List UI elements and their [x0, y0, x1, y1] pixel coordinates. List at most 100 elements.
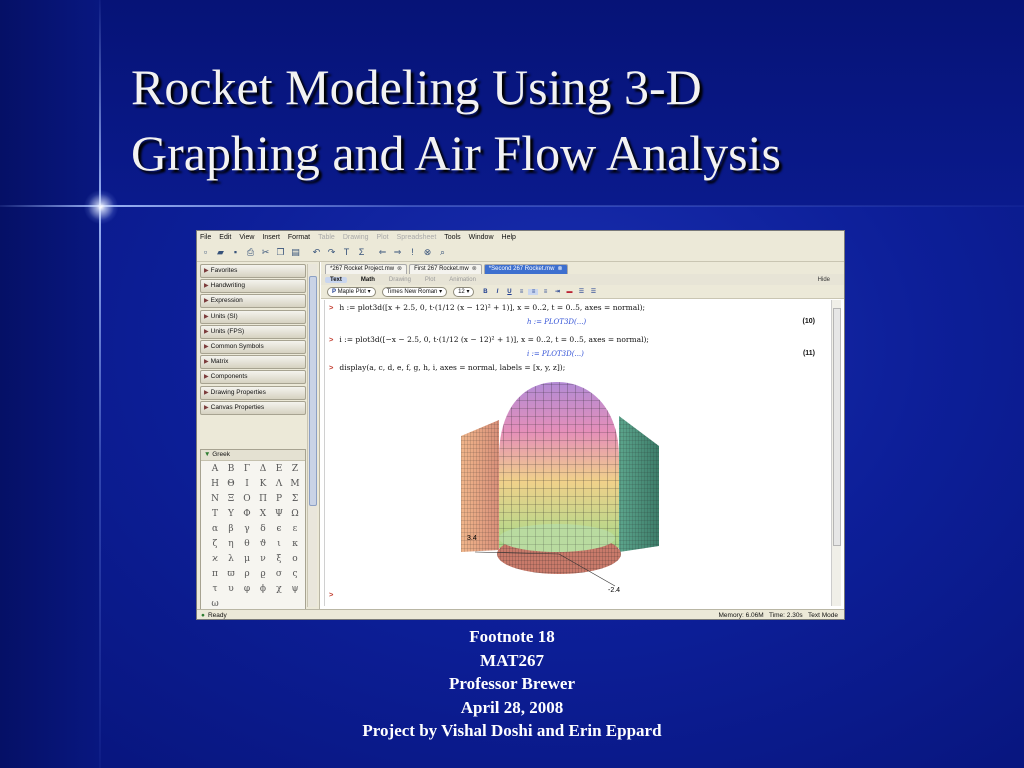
palette-components[interactable]: ▶ Components — [200, 370, 306, 385]
greek-letter[interactable]: ζ — [207, 539, 223, 551]
bold-button[interactable]: B — [480, 289, 490, 295]
greek-letter[interactable]: π — [207, 569, 223, 581]
greek-letter[interactable]: ε — [287, 524, 303, 536]
mode-animation[interactable]: Animation — [449, 277, 476, 283]
menu-window[interactable]: Window — [469, 234, 494, 241]
empty-input-line[interactable]: > — [329, 590, 339, 599]
bullet-list-icon[interactable]: ☰ — [576, 288, 586, 295]
menu-plot[interactable]: Plot — [377, 234, 389, 241]
document-tab[interactable]: First 267 Rocket.mw ⊗ — [409, 264, 482, 274]
menu-file[interactable]: File — [200, 234, 211, 241]
greek-letter[interactable]: Φ — [239, 509, 255, 521]
back-icon[interactable]: ⇐ — [377, 247, 388, 258]
greek-palette-header[interactable]: ▼ Greek — [201, 450, 305, 461]
greek-letter[interactable]: ψ — [287, 584, 303, 596]
greek-letter[interactable]: θ — [239, 539, 255, 551]
menu-table[interactable]: Table — [318, 234, 335, 241]
copy-icon[interactable]: ❐ — [275, 247, 286, 258]
greek-letter[interactable]: ϖ — [223, 569, 239, 581]
document-tab[interactable]: *267 Rocket Project.mw ⊗ — [325, 264, 408, 274]
greek-letter[interactable]: Γ — [239, 464, 255, 476]
font-select[interactable]: Times New Roman ▾ — [381, 286, 448, 297]
palette-common-symbols[interactable]: ▶ Common Symbols — [200, 339, 306, 354]
greek-letter[interactable]: Δ — [255, 464, 271, 476]
palette-units-si[interactable]: ▶ Units (SI) — [200, 309, 306, 324]
input-line-h[interactable]: > h := plot3d([x + 2.5, 0, t·(1/12 (x − 1… — [329, 303, 645, 312]
cut-icon[interactable]: ✂ — [260, 247, 271, 258]
paste-icon[interactable]: ▤ — [290, 247, 301, 258]
menu-view[interactable]: View — [239, 234, 254, 241]
greek-letter[interactable]: ϰ — [207, 554, 223, 566]
math-input-icon[interactable]: Σ — [356, 247, 367, 258]
underline-button[interactable]: U — [504, 289, 514, 295]
execute-icon[interactable]: ! — [407, 247, 418, 258]
menu-drawing[interactable]: Drawing — [343, 234, 369, 241]
mode-plot[interactable]: Plot — [425, 277, 435, 283]
mode-drawing[interactable]: Drawing — [389, 277, 411, 283]
hide-link[interactable]: Hide — [818, 277, 830, 283]
greek-letter[interactable]: Τ — [207, 509, 223, 521]
palette-expression[interactable]: ▶ Expression — [200, 294, 306, 309]
document-tab[interactable]: *Second 267 Rocket.mw ⊗ — [483, 264, 568, 274]
greek-letter[interactable]: Ο — [239, 494, 255, 506]
greek-letter[interactable]: γ — [239, 524, 255, 536]
worksheet-scrollbar[interactable] — [831, 300, 841, 606]
close-icon[interactable]: ⊗ — [557, 266, 562, 272]
greek-letter[interactable]: ρ — [239, 569, 255, 581]
greek-letter[interactable]: Ρ — [271, 494, 287, 506]
stop-icon[interactable]: ⊗ — [422, 247, 433, 258]
worksheet[interactable]: > h := plot3d([x + 2.5, 0, t·(1/12 (x − 1… — [324, 300, 831, 606]
greek-letter[interactable]: λ — [223, 554, 239, 566]
greek-letter[interactable]: Σ — [287, 494, 303, 506]
mode-text[interactable]: Text — [325, 276, 347, 283]
greek-letter[interactable]: Ν — [207, 494, 223, 506]
numbered-list-icon[interactable]: ☰ — [588, 288, 598, 295]
menu-insert[interactable]: Insert — [262, 234, 280, 241]
greek-letter[interactable]: Θ — [223, 479, 239, 491]
text-icon[interactable]: T — [341, 247, 352, 258]
greek-letter[interactable]: ι — [271, 539, 287, 551]
menu-format[interactable]: Format — [288, 234, 310, 241]
greek-letter[interactable]: β — [223, 524, 239, 536]
greek-letter[interactable]: Ψ — [271, 509, 287, 521]
size-select[interactable]: 12 ▾ — [453, 286, 475, 297]
greek-letter[interactable]: ξ — [271, 554, 287, 566]
indent-icon[interactable]: ⇥ — [552, 288, 562, 295]
align-center-icon[interactable]: ≡ — [528, 288, 539, 295]
menu-tools[interactable]: Tools — [444, 234, 460, 241]
greek-letter[interactable]: μ — [239, 554, 255, 566]
redo-icon[interactable]: ↷ — [326, 247, 337, 258]
greek-letter[interactable]: Η — [207, 479, 223, 491]
greek-letter[interactable]: χ — [271, 584, 287, 596]
palette-canvas-properties[interactable]: ▶ Canvas Properties — [200, 400, 306, 415]
palette-drawing-properties[interactable]: ▶ Drawing Properties — [200, 385, 306, 400]
greek-letter[interactable]: Π — [255, 494, 271, 506]
greek-letter[interactable]: ϑ — [255, 539, 271, 551]
style-select[interactable]: P Maple Plot ▾ — [327, 286, 376, 297]
greek-letter[interactable]: ϕ — [255, 584, 271, 596]
greek-letter[interactable]: φ — [239, 584, 255, 596]
greek-letter[interactable]: Ω — [287, 509, 303, 521]
open-icon[interactable]: ▰ — [215, 247, 226, 258]
greek-letter[interactable]: υ — [223, 584, 239, 596]
greek-letter[interactable]: Χ — [255, 509, 271, 521]
italic-button[interactable]: I — [492, 289, 502, 295]
menu-spreadsheet[interactable]: Spreadsheet — [397, 234, 437, 241]
save-icon[interactable]: ▪ — [230, 247, 241, 258]
palette-scrollbar[interactable] — [307, 264, 317, 607]
forward-icon[interactable]: ⇒ — [392, 247, 403, 258]
greek-letter[interactable]: Λ — [271, 479, 287, 491]
greek-letter[interactable]: κ — [287, 539, 303, 551]
greek-letter[interactable]: ς — [287, 569, 303, 581]
print-icon[interactable]: ⎙ — [245, 247, 256, 258]
worksheet-scroll-thumb[interactable] — [833, 308, 841, 546]
align-right-icon[interactable]: ≡ — [540, 289, 550, 295]
menu-help[interactable]: Help — [502, 234, 516, 241]
greek-letter[interactable]: η — [223, 539, 239, 551]
greek-letter[interactable]: ϱ — [255, 569, 271, 581]
palette-handwriting[interactable]: ▶ Handwriting — [200, 279, 306, 294]
align-left-icon[interactable]: ≡ — [516, 289, 526, 295]
input-line-display[interactable]: > display(a, c, d, e, f, g, h, i, axes = … — [329, 363, 565, 372]
palette-scroll-thumb[interactable] — [309, 276, 317, 506]
greek-letter[interactable]: Ζ — [287, 464, 303, 476]
